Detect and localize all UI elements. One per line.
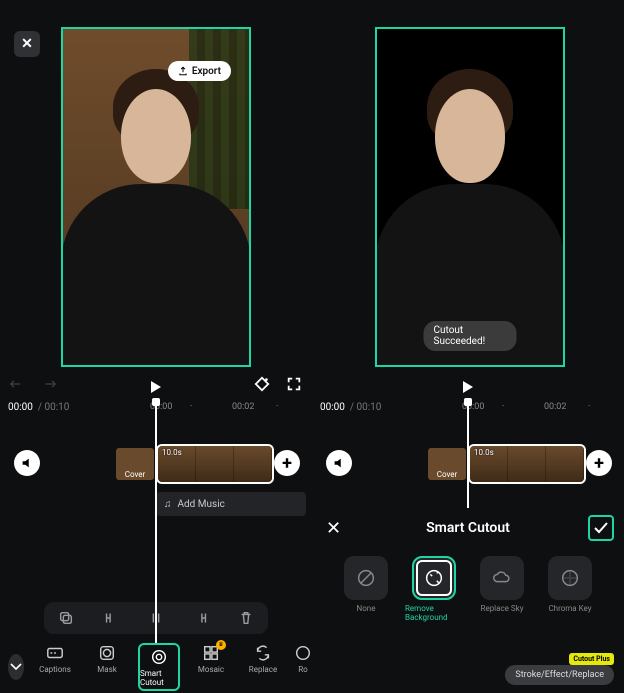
smart-cutout-icon (150, 648, 168, 666)
split-right-icon[interactable] (193, 610, 209, 626)
tool-mosaic[interactable]: ♛ Mosaic (190, 643, 232, 691)
export-label: Export (192, 66, 221, 77)
add-music-button[interactable]: ♫ Add Music (156, 492, 306, 516)
preview-subject (61, 184, 251, 367)
tool-mask[interactable]: Mask (86, 643, 128, 691)
playhead[interactable] (155, 400, 157, 643)
play-button[interactable] (312, 375, 624, 399)
sheet-title: Smart Cutout (426, 520, 510, 536)
cutout-toast: Cutout Succeeded! (424, 321, 517, 351)
split-left-icon[interactable] (103, 610, 119, 626)
tool-more[interactable]: Ro (294, 643, 312, 691)
tool-label: Captions (39, 665, 71, 674)
music-note-icon: ♫ (164, 499, 172, 510)
remove-bg-icon (423, 567, 445, 589)
ruler-tick: 00:02 (232, 402, 254, 412)
chroma-key-icon (559, 567, 581, 589)
tool-captions[interactable]: Captions (34, 643, 76, 691)
option-label: Chroma Key (548, 604, 591, 613)
export-button[interactable]: Export (168, 61, 231, 81)
option-chroma-key[interactable]: Chroma Key (541, 556, 599, 622)
clip[interactable]: 10.0s (156, 444, 274, 484)
time-total: 00:10 (44, 402, 69, 413)
preview-subject (435, 89, 505, 183)
keyframe-icon[interactable] (254, 376, 270, 392)
time-total: 00:10 (356, 402, 381, 413)
add-music-label: Add Music (178, 499, 225, 510)
playback-time: 00:00 / 00:10 (320, 402, 381, 413)
time-current: 00:00 (320, 402, 345, 413)
tool-label: Replace (249, 665, 277, 674)
tool-label: Smart Cutout (140, 669, 178, 687)
speaker-icon (332, 456, 346, 470)
mute-button[interactable] (14, 450, 40, 476)
option-label: Remove Background (405, 604, 463, 622)
stroke-effect-replace-button[interactable]: Stroke/Effect/Replace (505, 665, 614, 685)
check-icon (594, 522, 608, 534)
timeline-ruler[interactable]: 00:00 · 00:02 · (70, 402, 312, 416)
none-icon (355, 567, 377, 589)
close-button[interactable]: ✕ (14, 31, 40, 57)
toast-text: Cutout Succeeded! (434, 325, 486, 347)
tool-label: Mask (97, 665, 117, 674)
option-replace-sky[interactable]: Replace Sky (473, 556, 531, 622)
smart-cutout-sheet: ✕ Smart Cutout None Remove Background Re… (312, 508, 624, 693)
add-clip-button[interactable]: + (586, 450, 612, 476)
timeline-ruler[interactable]: 00:00 · 00:02 · (382, 402, 624, 416)
option-none[interactable]: None (337, 556, 395, 622)
tool-label: Ro (298, 665, 308, 674)
option-label: Replace Sky (481, 604, 524, 613)
option-remove-background[interactable]: Remove Background (405, 556, 463, 622)
cover-thumb[interactable]: Cover (116, 448, 154, 480)
playback-time: 00:00 / 00:10 (8, 402, 69, 413)
clip-duration: 10.0s (474, 448, 494, 457)
tool-label: Mosaic (198, 665, 224, 674)
clip-duration: 10.0s (162, 448, 182, 457)
cover-thumb[interactable]: Cover (428, 448, 466, 480)
play-icon (151, 381, 161, 393)
cloud-icon (491, 567, 513, 589)
replace-icon (254, 644, 272, 662)
speaker-icon (20, 456, 34, 470)
cutout-plus-badge: Cutout Plus (569, 653, 614, 665)
video-preview[interactable]: Cutout Succeeded! (375, 27, 565, 367)
vip-badge: ♛ (216, 640, 226, 650)
clip[interactable]: 10.0s (468, 444, 586, 484)
chevron-down-icon (10, 663, 22, 671)
tool-smart-cutout[interactable]: Smart Cutout (138, 643, 180, 691)
delete-icon[interactable] (238, 610, 254, 626)
preview-subject (121, 89, 191, 183)
sheet-close-button[interactable]: ✕ (326, 518, 341, 539)
fullscreen-icon[interactable] (286, 376, 302, 392)
captions-icon (46, 644, 64, 662)
cover-label: Cover (437, 470, 458, 479)
cover-label: Cover (125, 470, 146, 479)
export-icon (178, 66, 188, 76)
rotate-icon (294, 644, 312, 662)
mask-icon (98, 644, 116, 662)
tool-replace[interactable]: Replace (242, 643, 284, 691)
mute-button[interactable] (326, 450, 352, 476)
option-label: None (357, 604, 376, 613)
copy-icon[interactable] (58, 610, 74, 626)
stroke-pill-label: Stroke/Effect/Replace (515, 670, 604, 680)
play-icon (463, 381, 473, 393)
time-current: 00:00 (8, 402, 33, 413)
add-clip-button[interactable]: + (274, 450, 300, 476)
video-preview[interactable]: Export (61, 27, 251, 367)
ruler-tick: 00:02 (544, 402, 566, 412)
collapse-button[interactable] (8, 654, 24, 680)
sheet-confirm-button[interactable] (588, 515, 614, 541)
playhead[interactable] (467, 400, 469, 508)
